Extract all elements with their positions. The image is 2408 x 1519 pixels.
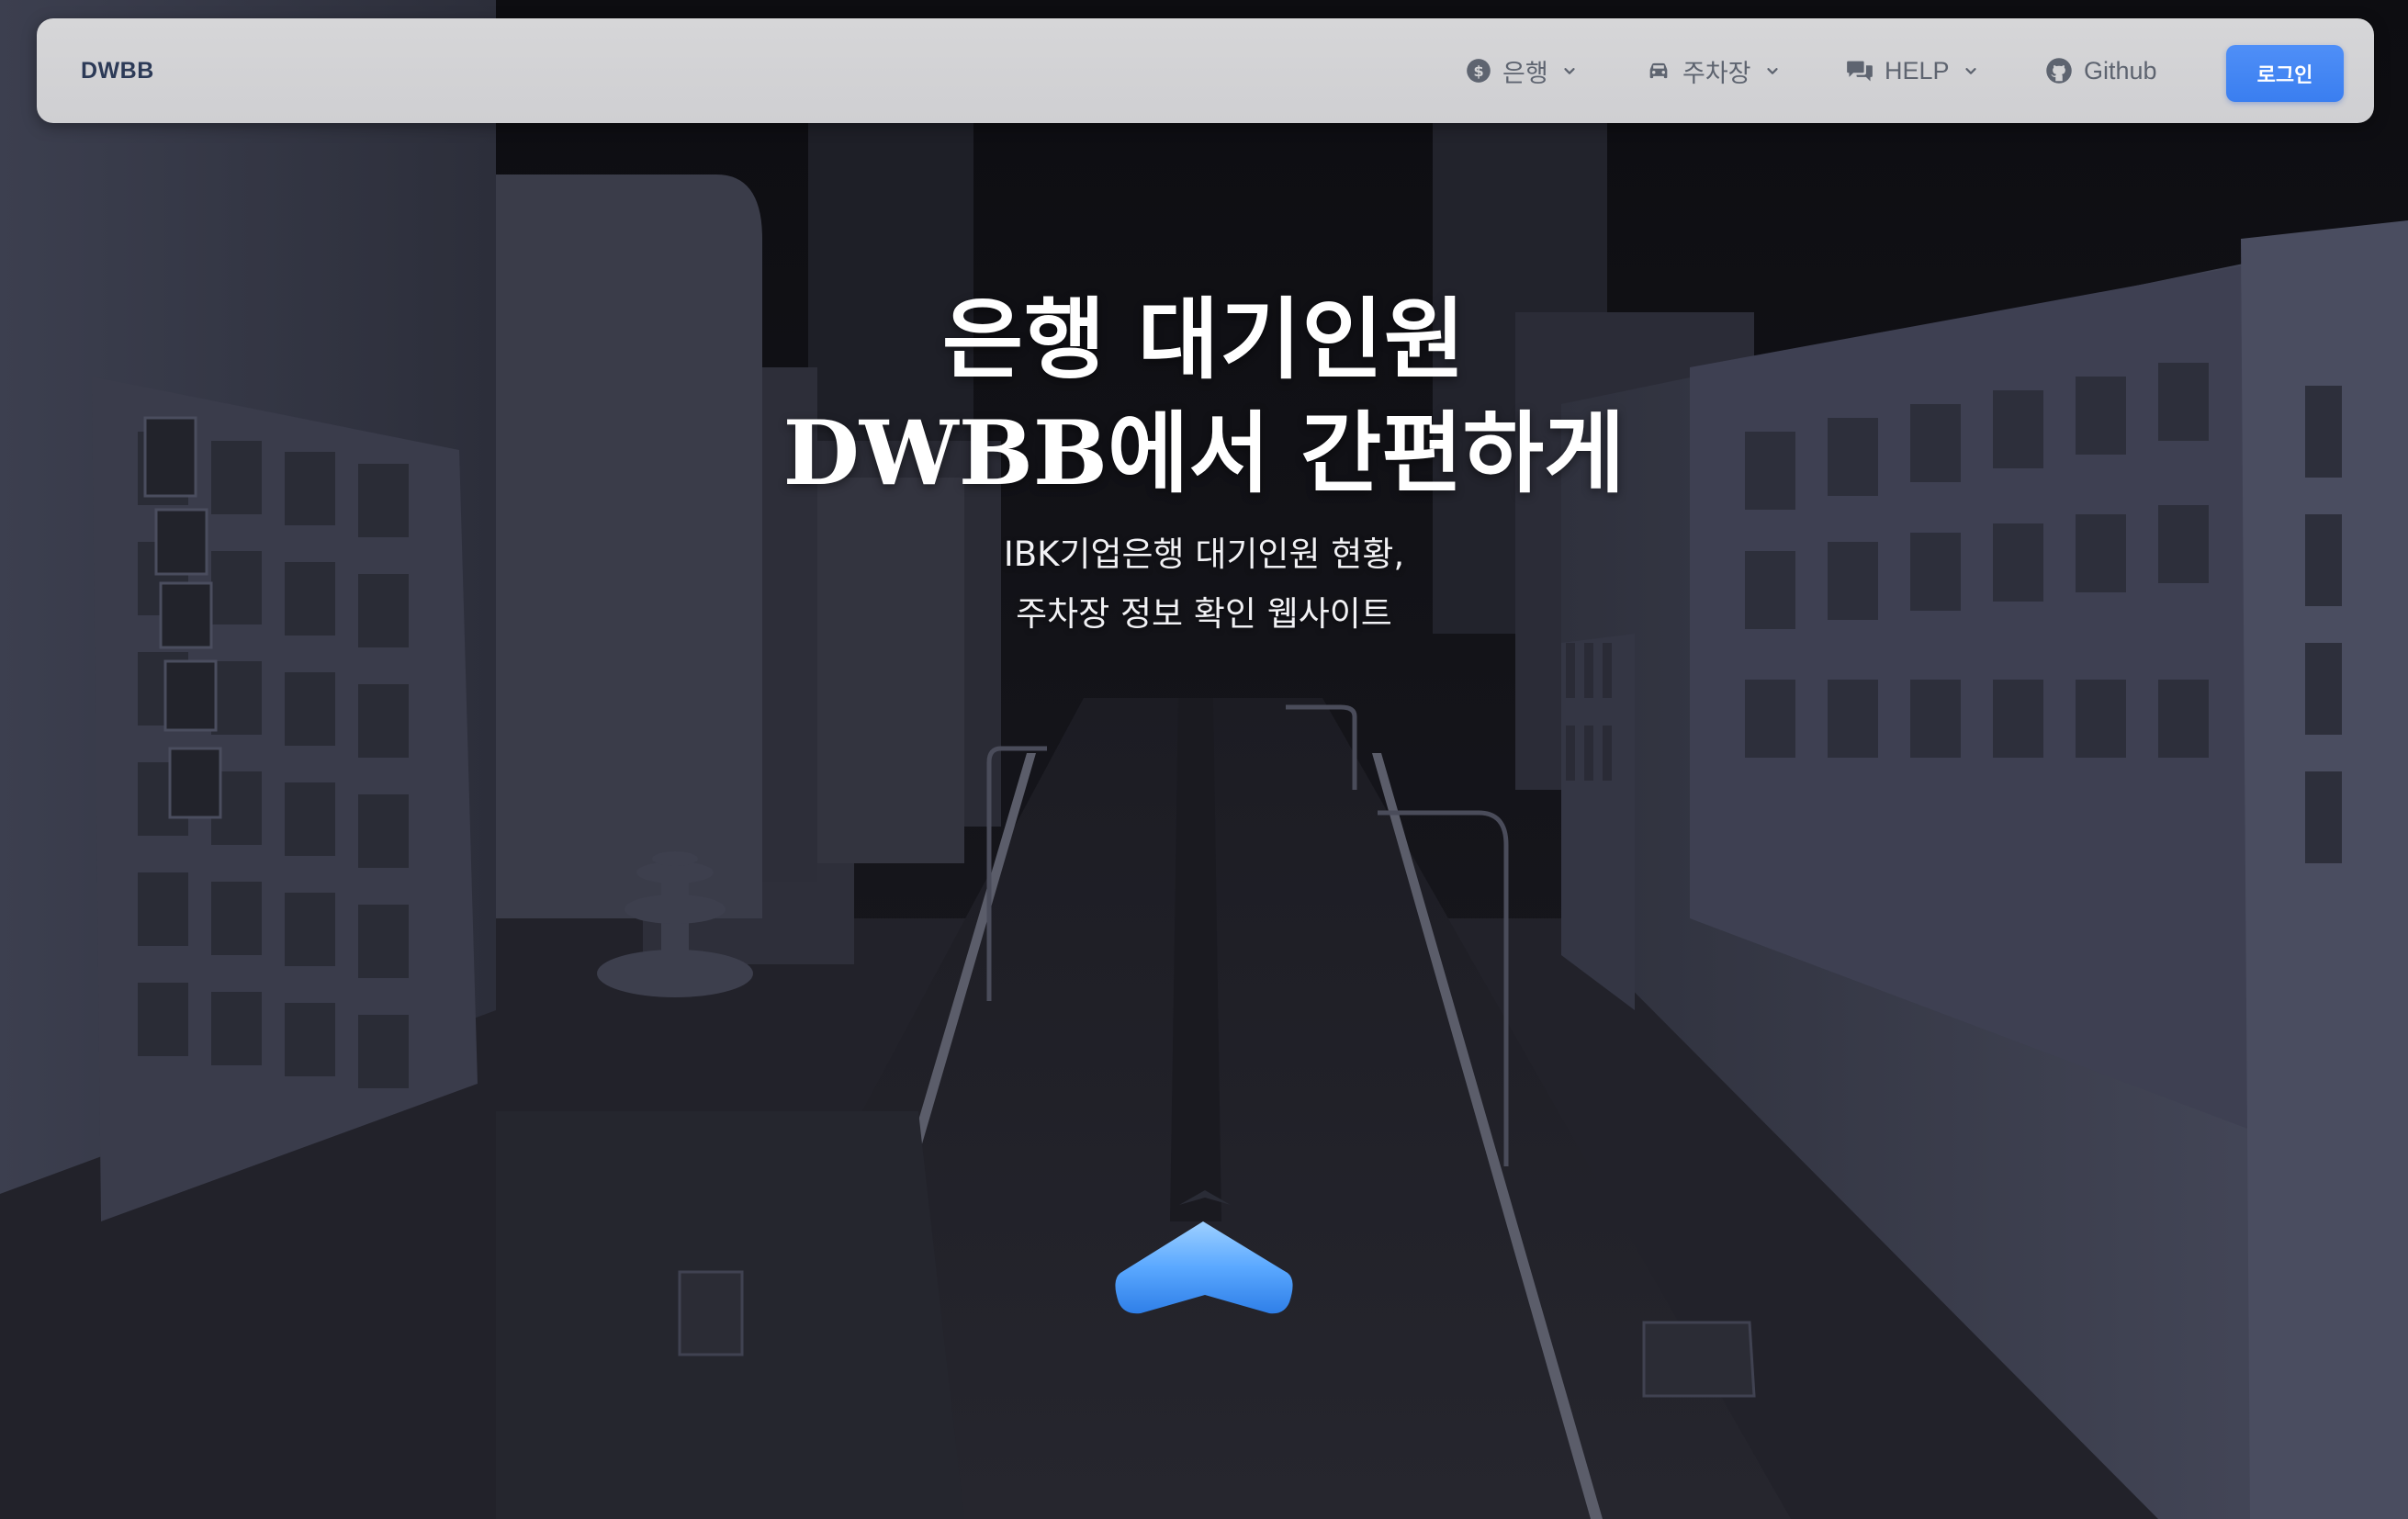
car-icon xyxy=(1646,58,1671,84)
chevron-down-icon xyxy=(1561,62,1578,79)
dollar-circle-icon: $ xyxy=(1466,58,1491,84)
brand-logo[interactable]: DWBB xyxy=(81,18,154,123)
login-button[interactable]: 로그인 xyxy=(2226,45,2344,102)
chat-bubbles-icon xyxy=(1846,58,1874,84)
nav-item-label: 은행 xyxy=(1502,59,1548,87)
hero-title-line1: 은행 대기인원 xyxy=(941,288,1467,391)
chevron-down-icon xyxy=(1764,62,1781,79)
city-illustration xyxy=(0,0,2408,1519)
nav-item-help[interactable]: HELP xyxy=(1846,18,1979,123)
nav-item-github[interactable]: Github xyxy=(2045,18,2157,123)
hero-title-rest: 에서 간편하게 xyxy=(1108,402,1626,505)
hero-subtitle-line2: 주차장 정보 확인 웹사이트 xyxy=(1016,594,1392,634)
github-icon xyxy=(2045,57,2073,84)
nav-item-label: Github xyxy=(2084,56,2157,84)
svg-text:$: $ xyxy=(1473,62,1483,80)
hero-subtitle-line1: IBK기업은행 대기인원 현황, xyxy=(1003,534,1405,574)
city-scene-background xyxy=(0,0,2408,1519)
nav-item-bank[interactable]: $ 은행 xyxy=(1466,18,1578,123)
nav-item-label: HELP xyxy=(1885,56,1950,84)
hero-title-line2: DWBB에서 간편하게 xyxy=(0,382,2408,510)
nav-item-label: 주차장 xyxy=(1682,59,1751,87)
nav-item-parking[interactable]: 주차장 xyxy=(1646,18,1781,123)
hero-title-brand: DWBB xyxy=(782,401,1108,505)
chevron-down-icon xyxy=(1963,62,1979,79)
top-navbar: DWBB $ 은행 주차장 HELP Github 로그인 xyxy=(37,18,2374,123)
